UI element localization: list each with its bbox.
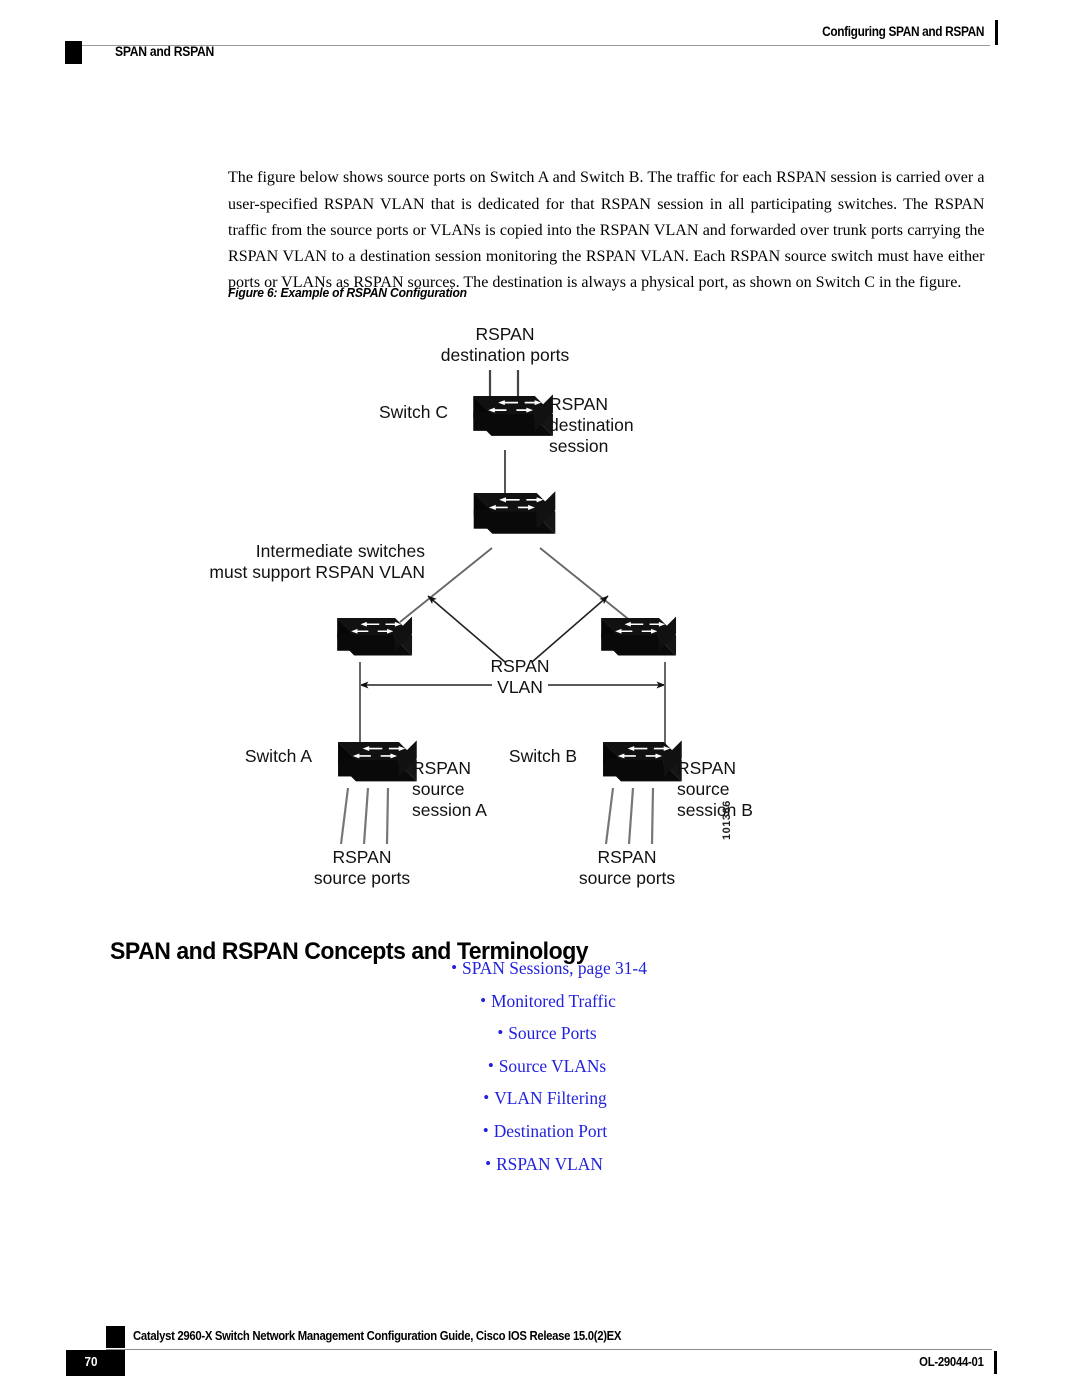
page-header: Configuring SPAN and RSPAN SPAN and RSPA… (0, 0, 1080, 80)
figure-label-rspan-vlan-line2: VLAN (497, 677, 543, 697)
figure-label-dest-ports-line1: RSPAN (476, 324, 535, 344)
footer-page-number: 70 (84, 1354, 98, 1369)
figure-label-source-ports-a-line2: source ports (314, 868, 411, 888)
footer-edge-marker (994, 1351, 997, 1374)
xref-link[interactable]: Source Ports (508, 1023, 596, 1044)
bullet-icon: • (487, 1055, 494, 1075)
header-edge-marker (995, 20, 998, 45)
xref-link[interactable]: VLAN Filtering (494, 1088, 607, 1109)
related-topics-list: • SPAN Sessions, page 31-4 • Monitored T… (0, 958, 1080, 1186)
list-item[interactable]: • VLAN Filtering (0, 1088, 1080, 1121)
figure-label-source-session-b-line1: RSPAN (677, 758, 736, 778)
bullet-icon: • (497, 1023, 504, 1043)
bullet-icon: • (451, 958, 458, 977)
body-paragraph: The figure below shows source ports on S… (228, 167, 985, 292)
figure-label-dest-session-line3: session (549, 436, 608, 456)
figure-label-source-session-a-line2: source (412, 779, 465, 799)
footer-rule (106, 1349, 992, 1350)
figure-label-source-ports-a-line1: RSPAN (333, 847, 392, 867)
page-footer: Catalyst 2960-X Switch Network Managemen… (0, 1325, 1080, 1397)
list-item[interactable]: • Source Ports (0, 1023, 1080, 1056)
figure-label-switch-c: Switch C (379, 402, 448, 422)
figure-label-intermediate-line1: Intermediate switches (256, 541, 425, 561)
header-marker-square (65, 41, 82, 64)
figure-caption: Figure 6: Example of RSPAN Configuration (228, 285, 467, 300)
xref-link[interactable]: Destination Port (494, 1121, 608, 1142)
list-item[interactable]: • Destination Port (0, 1121, 1080, 1154)
figure-label-source-ports-b-line2: source ports (579, 868, 676, 888)
figure-label-rspan-vlan-line1: RSPAN (491, 656, 550, 676)
figure-label-dest-ports-line2: destination ports (441, 345, 570, 365)
header-section-title: SPAN and RSPAN (115, 44, 215, 59)
header-running-title: Configuring SPAN and RSPAN (821, 24, 984, 39)
figure-label-switch-a: Switch A (245, 746, 312, 766)
list-item[interactable]: • Monitored Traffic (0, 991, 1080, 1024)
rspan-topology-figure: RSPAN destination ports Switch C RSPAN d… (0, 310, 1080, 900)
footer-document-title: Catalyst 2960-X Switch Network Managemen… (133, 1329, 622, 1343)
figure-label-dest-session-line1: RSPAN (549, 394, 608, 414)
list-item[interactable]: • SPAN Sessions, page 31-4 (0, 958, 1080, 991)
figure-label-source-session-a-line3: session A (412, 800, 487, 820)
xref-link[interactable]: RSPAN VLAN (496, 1154, 603, 1175)
bullet-icon: • (482, 1120, 489, 1140)
bullet-icon: • (483, 1088, 490, 1108)
bullet-icon: • (485, 1153, 492, 1173)
bullet-icon: • (480, 990, 487, 1010)
figure-label-intermediate-line2: must support RSPAN VLAN (209, 562, 425, 582)
figure-label-source-session-b-line3: session B (677, 800, 753, 820)
list-item[interactable]: • RSPAN VLAN (0, 1154, 1080, 1187)
figure-label-switch-b: Switch B (509, 746, 577, 766)
figure-label-source-session-a-line1: RSPAN (412, 758, 471, 778)
footer-marker-square (106, 1326, 125, 1348)
xref-link[interactable]: Monitored Traffic (491, 991, 616, 1012)
figure-label-source-ports-b-line1: RSPAN (598, 847, 657, 867)
footer-document-number: OL-29044-01 (919, 1355, 985, 1369)
xref-link[interactable]: Source VLANs (499, 1056, 606, 1077)
xref-link[interactable]: SPAN Sessions, page 31-4 (462, 958, 647, 979)
figure-label-source-session-b-line2: source (677, 779, 730, 799)
figure-id-number: 101366 (721, 800, 733, 840)
figure-label-dest-session-line2: destination (549, 415, 634, 435)
list-item[interactable]: • Source VLANs (0, 1056, 1080, 1089)
